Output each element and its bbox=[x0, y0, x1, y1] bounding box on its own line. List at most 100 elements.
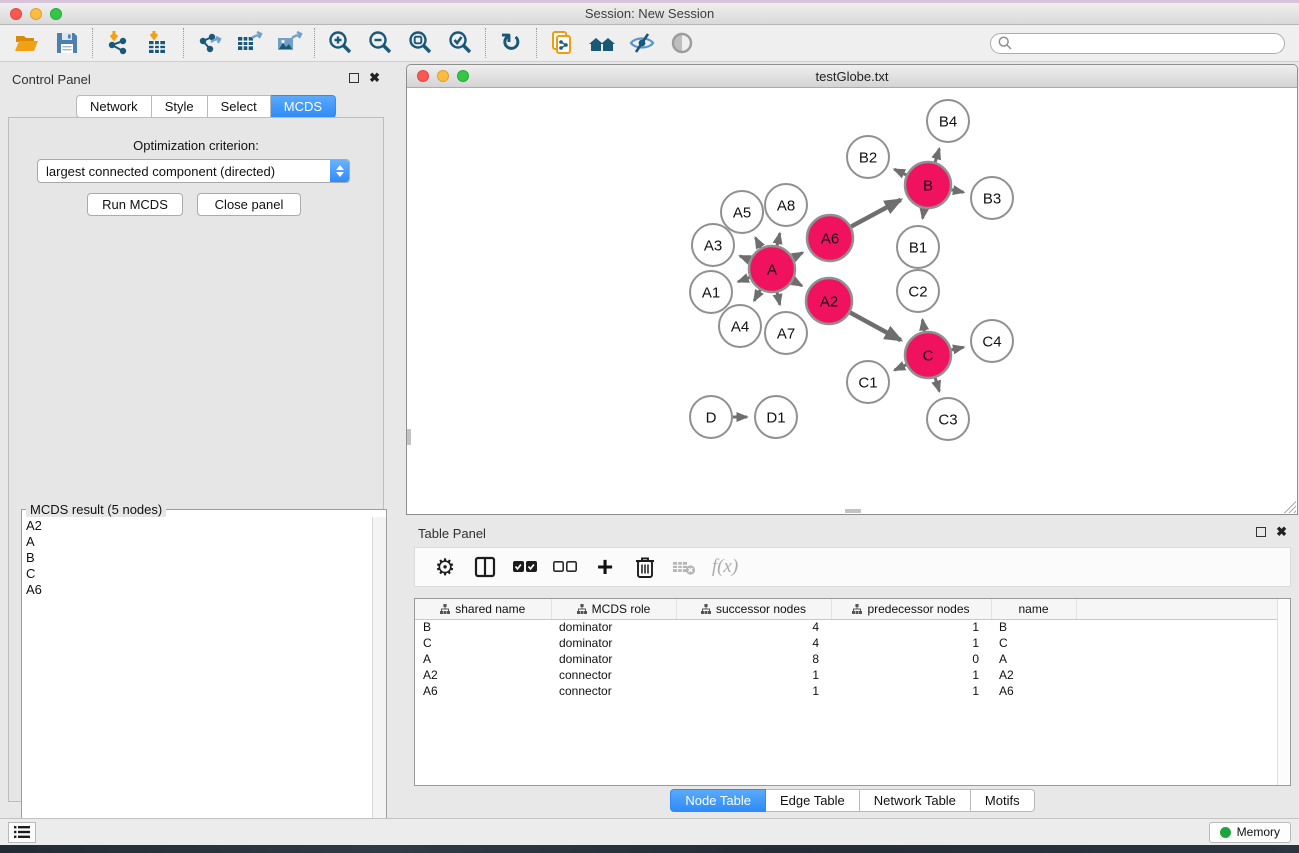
table-cell[interactable]: A bbox=[991, 651, 1076, 667]
graph-edge-A-A8[interactable] bbox=[777, 233, 780, 245]
mcds-result-item[interactable]: A2 bbox=[26, 518, 372, 534]
search-input[interactable] bbox=[990, 33, 1285, 54]
table-cell[interactable]: C bbox=[415, 635, 551, 651]
table-cell[interactable] bbox=[1076, 683, 1291, 699]
close-panel-button[interactable]: Close panel bbox=[197, 193, 301, 216]
tab-motifs[interactable]: Motifs bbox=[971, 789, 1035, 812]
delete-column-button[interactable] bbox=[627, 551, 663, 583]
table-cell[interactable]: 4 bbox=[676, 619, 831, 635]
table-cell[interactable]: 4 bbox=[676, 635, 831, 651]
mcds-result-scrollbar[interactable] bbox=[372, 517, 386, 852]
table-cell[interactable] bbox=[1076, 619, 1291, 635]
table-cell[interactable] bbox=[1076, 651, 1291, 667]
tab-style[interactable]: Style bbox=[152, 95, 208, 118]
table-row[interactable]: Cdominator41C bbox=[415, 635, 1291, 651]
column-header[interactable] bbox=[1076, 599, 1291, 619]
tab-network-table[interactable]: Network Table bbox=[860, 789, 971, 812]
graph-edge-C-C3[interactable] bbox=[935, 378, 939, 391]
column-header[interactable]: predecessor nodes bbox=[831, 599, 991, 619]
mcds-result-item[interactable]: C bbox=[26, 566, 372, 582]
deselect-all-button[interactable] bbox=[547, 551, 583, 583]
column-header[interactable]: name bbox=[991, 599, 1076, 619]
column-header[interactable]: MCDS role bbox=[551, 599, 676, 619]
table-header-row[interactable]: shared nameMCDS rolesuccessor nodesprede… bbox=[415, 599, 1291, 619]
column-header[interactable]: shared name bbox=[415, 599, 551, 619]
import-table-button[interactable] bbox=[141, 28, 175, 58]
graph-edge-A-A1[interactable] bbox=[738, 277, 749, 281]
table-settings-button[interactable]: ⚙ bbox=[427, 551, 463, 583]
table-cell[interactable]: A6 bbox=[991, 683, 1076, 699]
table-cell[interactable]: 1 bbox=[831, 619, 991, 635]
table-cell[interactable]: A6 bbox=[415, 683, 551, 699]
table-cell[interactable]: dominator bbox=[551, 651, 676, 667]
table-row[interactable]: A6connector11A6 bbox=[415, 683, 1291, 699]
window-resize-grip[interactable] bbox=[1284, 501, 1296, 513]
table-cell[interactable] bbox=[1076, 635, 1291, 651]
mcds-result-item[interactable]: B bbox=[26, 550, 372, 566]
zoom-selected-button[interactable] bbox=[443, 28, 477, 58]
search-text-field[interactable] bbox=[1013, 36, 1284, 50]
table-cell[interactable]: B bbox=[991, 619, 1076, 635]
task-history-button[interactable] bbox=[8, 822, 36, 843]
tab-network[interactable]: Network bbox=[76, 95, 152, 118]
graph-edge-A-A6[interactable] bbox=[793, 253, 802, 258]
table-cell[interactable]: 1 bbox=[831, 683, 991, 699]
export-network-button[interactable] bbox=[192, 28, 226, 58]
table-cell[interactable]: 1 bbox=[676, 683, 831, 699]
zoom-in-button[interactable] bbox=[323, 28, 357, 58]
mcds-result-item[interactable]: A bbox=[26, 534, 372, 550]
network-canvas[interactable]: B4B2BB3A8A5A6A3B1AA1C2A2A4A7C4CC1C3DD1 bbox=[407, 88, 1297, 514]
table-cell[interactable]: A2 bbox=[991, 667, 1076, 683]
close-panel-icon[interactable]: ✖ bbox=[369, 73, 380, 83]
show-panel-button[interactable] bbox=[665, 28, 699, 58]
toggle-panes-button[interactable] bbox=[467, 551, 503, 583]
table-cell[interactable]: A2 bbox=[415, 667, 551, 683]
graph-edge-A-A3[interactable] bbox=[740, 256, 750, 260]
mcds-result-item[interactable]: A6 bbox=[26, 582, 372, 598]
table-cell[interactable]: connector bbox=[551, 683, 676, 699]
zoom-fit-button[interactable] bbox=[403, 28, 437, 58]
table-cell[interactable]: 1 bbox=[676, 667, 831, 683]
float-panel-icon[interactable] bbox=[349, 73, 359, 83]
graph-edge-B-B3[interactable] bbox=[952, 190, 964, 192]
tab-node-table[interactable]: Node Table bbox=[670, 789, 766, 812]
tab-edge-table[interactable]: Edge Table bbox=[766, 789, 860, 812]
table-cell[interactable]: dominator bbox=[551, 635, 676, 651]
graph-edge-A-A5[interactable] bbox=[756, 238, 761, 248]
graph-edge-B-B1[interactable] bbox=[923, 209, 925, 219]
table-scrollbar[interactable] bbox=[1277, 599, 1290, 785]
graph-edge-C-C4[interactable] bbox=[951, 347, 963, 350]
table-cell[interactable]: C bbox=[991, 635, 1076, 651]
hide-panel-button[interactable] bbox=[625, 28, 659, 58]
graph-edge-B-B4[interactable] bbox=[935, 149, 939, 162]
float-table-panel-icon[interactable] bbox=[1256, 527, 1266, 537]
mcds-result-list[interactable]: A2ABCA6 bbox=[26, 518, 372, 851]
canvas-bottom-scrollmark[interactable] bbox=[845, 509, 861, 513]
network-window-titlebar[interactable]: testGlobe.txt bbox=[407, 65, 1297, 88]
export-table-button[interactable] bbox=[232, 28, 266, 58]
graph-edge-A-A4[interactable] bbox=[754, 290, 760, 301]
graph-edge-C-C1[interactable] bbox=[894, 365, 906, 370]
table-cell[interactable]: A bbox=[415, 651, 551, 667]
import-network-button[interactable] bbox=[101, 28, 135, 58]
clone-network-button[interactable] bbox=[545, 28, 579, 58]
graph-edge-A-A7[interactable] bbox=[777, 292, 780, 304]
graph-edge-B-B2[interactable] bbox=[894, 169, 906, 175]
optimization-criterion-select[interactable]: largest connected component (directed) bbox=[37, 159, 350, 183]
save-session-button[interactable] bbox=[50, 28, 84, 58]
refresh-button[interactable]: ↻ bbox=[494, 28, 528, 58]
select-all-button[interactable] bbox=[507, 551, 543, 583]
graph-edge-C-C2[interactable] bbox=[922, 320, 924, 332]
run-mcds-button[interactable]: Run MCDS bbox=[87, 193, 183, 216]
graph-edge-A-A2[interactable] bbox=[793, 281, 802, 286]
table-row[interactable]: Adominator80A bbox=[415, 651, 1291, 667]
zoom-out-button[interactable] bbox=[363, 28, 397, 58]
node-table[interactable]: shared nameMCDS rolesuccessor nodesprede… bbox=[414, 598, 1291, 786]
table-cell[interactable]: 8 bbox=[676, 651, 831, 667]
table-cell[interactable]: 1 bbox=[831, 635, 991, 651]
graph-edge-A6-B[interactable] bbox=[851, 200, 901, 227]
table-row[interactable]: A2connector11A2 bbox=[415, 667, 1291, 683]
column-header[interactable]: successor nodes bbox=[676, 599, 831, 619]
table-cell[interactable]: dominator bbox=[551, 619, 676, 635]
tab-mcds[interactable]: MCDS bbox=[271, 95, 336, 118]
